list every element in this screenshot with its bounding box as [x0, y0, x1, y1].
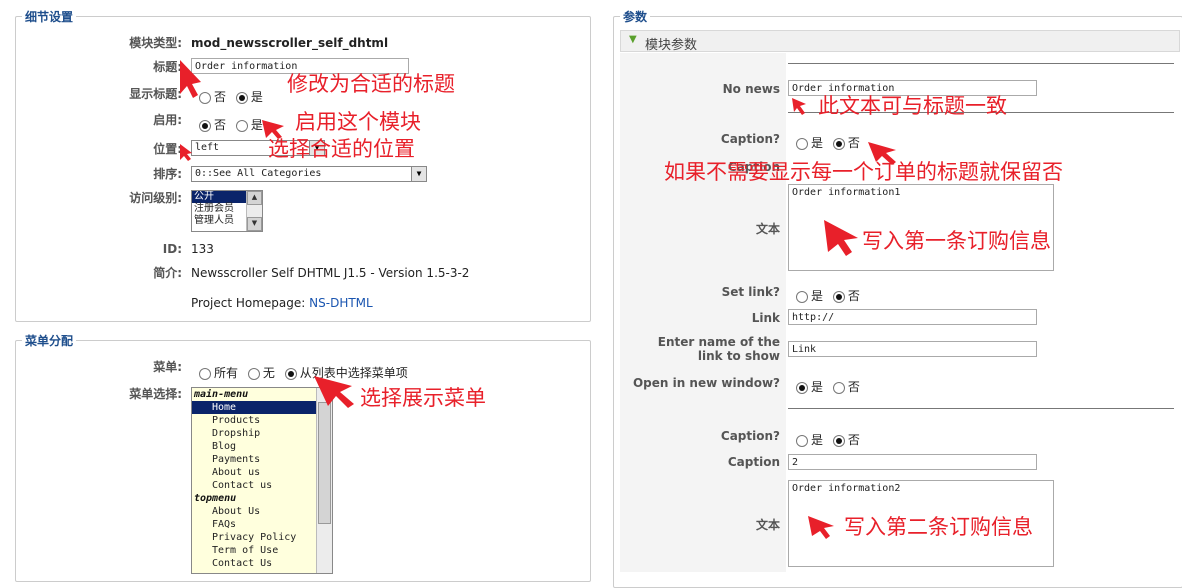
caption1-no-radio[interactable]: [832, 137, 845, 150]
enabled-label: 启用:: [153, 113, 182, 127]
caption1-yes-radio[interactable]: [796, 137, 808, 150]
caption2-input[interactable]: 2: [788, 454, 1037, 470]
order-select[interactable]: 0::See All Categories ▼: [191, 166, 427, 182]
annotation-arrow-icon: [792, 98, 806, 115]
text1-label: 文本: [755, 222, 780, 236]
chevron-down-icon: ▼: [411, 167, 426, 181]
new-window-yes-radio[interactable]: [796, 381, 808, 394]
new-window-radios: 是 否: [796, 378, 866, 395]
caption2-label: Caption: [727, 455, 780, 469]
annotation-arrow-icon: [314, 376, 354, 408]
caption2-yes-radio[interactable]: [796, 434, 808, 447]
scroll-up-icon[interactable]: ▲: [247, 191, 262, 205]
annotation-text2: 写入第二条订购信息: [844, 515, 1033, 539]
menu-item[interactable]: Privacy Policy: [192, 531, 332, 544]
menu-group-header: main-menu: [194, 389, 249, 400]
link-label: Link: [751, 311, 780, 325]
menus-radios: 所有 无 从列表中选择菜单项: [199, 364, 414, 381]
annotation-arrow-icon: [824, 220, 858, 256]
menu-none-radio[interactable]: [247, 367, 260, 380]
menu-group-header: topmenu: [194, 493, 237, 504]
caption2-radios: 是 否: [796, 431, 866, 448]
menu-scrollbar[interactable]: [316, 388, 332, 573]
menu-scroll-thumb[interactable]: [318, 402, 331, 524]
id-value: 133: [191, 242, 214, 256]
params-legend: 参数: [620, 8, 651, 25]
menu-select-label: 菜单选择:: [129, 387, 182, 401]
menu-item[interactable]: Payments: [192, 453, 332, 466]
annotation-enable: 启用这个模块: [295, 110, 421, 134]
annotation-arrow-icon: [180, 144, 192, 161]
menu-item[interactable]: Products: [192, 414, 332, 427]
module-type-label: 模块类型:: [129, 36, 182, 50]
caption2-no-radio[interactable]: [832, 434, 845, 447]
access-option[interactable]: 公开: [192, 191, 246, 203]
link-name-input[interactable]: Link: [788, 341, 1037, 357]
access-label: 访问级别:: [129, 191, 182, 205]
module-type-value: mod_newsscroller_self_dhtml: [191, 36, 389, 50]
params-section-header[interactable]: ▼ 模块参数: [620, 30, 1180, 53]
access-scrollbar[interactable]: ▲ ▼: [246, 191, 262, 231]
show-title-label: 显示标题:: [129, 87, 182, 101]
annotation-arrow-icon: [180, 60, 201, 98]
menu-item[interactable]: Blog: [192, 440, 332, 453]
new-window-label: Open in new window?: [632, 376, 780, 390]
no-news-label: No news: [722, 82, 780, 96]
annotation-position: 选择合适的位置: [268, 137, 415, 161]
param-separator: [788, 408, 1174, 409]
menu-item[interactable]: Home: [192, 401, 316, 414]
enabled-yes-radio[interactable]: [235, 119, 248, 132]
param-separator: [788, 63, 1174, 64]
menu-item[interactable]: Contact Us: [192, 557, 332, 570]
menu-item[interactable]: Term of Use: [192, 544, 332, 557]
homepage-link[interactable]: NS-DHTML: [309, 296, 373, 310]
set-link-label: Set link?: [721, 285, 780, 299]
params-section-title: 模块参数: [645, 38, 698, 53]
menu-legend: 菜单分配: [22, 332, 77, 349]
annotation-text1: 写入第一条订购信息: [862, 229, 1051, 253]
position-select-value: left: [195, 142, 220, 153]
position-label: 位置:: [153, 142, 182, 156]
set-link-no-radio[interactable]: [832, 290, 845, 303]
id-label: ID:: [162, 242, 182, 256]
menu-item[interactable]: Contact us: [192, 479, 332, 492]
scroll-down-icon[interactable]: ▼: [247, 217, 262, 231]
caption1-radios: 是 否: [796, 134, 866, 151]
show-title-yes-radio[interactable]: [235, 91, 248, 104]
menu-item[interactable]: Dropship: [192, 427, 332, 440]
show-title-radios: 否 是: [199, 88, 269, 105]
homepage-prefix: Project Homepage:: [191, 296, 306, 310]
order-label: 排序:: [153, 167, 182, 181]
annotation-arrow-icon: [808, 516, 834, 539]
menu-select-list[interactable]: main-menu Home Products Dropship Blog Pa…: [191, 387, 333, 574]
menu-item[interactable]: About us: [192, 466, 332, 479]
text2-label: 文本: [755, 518, 780, 532]
link-name-label: Enter name of the link to show: [657, 335, 780, 363]
annotation-caption: 如果不需要显示每一个订单的标题就保留否: [664, 160, 1063, 184]
menu-select-radio[interactable]: [284, 367, 297, 380]
annotation-title: 修改为合适的标题: [287, 72, 455, 96]
menu-all-radio[interactable]: [199, 367, 211, 380]
new-window-no-radio[interactable]: [832, 381, 845, 394]
menus-label: 菜单:: [153, 360, 182, 374]
intro-label: 简介:: [153, 266, 182, 280]
set-link-radios: 是 否: [796, 287, 866, 304]
annotation-menu: 选择展示菜单: [360, 386, 486, 410]
enabled-radios: 否 是: [199, 116, 269, 133]
menu-item[interactable]: About Us: [192, 505, 332, 518]
menu-item[interactable]: FAQs: [192, 518, 332, 531]
triangle-down-icon: ▼: [629, 34, 637, 45]
homepage-line: Project Homepage: NS-DHTML: [191, 296, 373, 310]
access-listbox[interactable]: 公开 注册会员 管理人员 ▲ ▼: [191, 190, 263, 232]
enabled-no-radio[interactable]: [199, 119, 211, 132]
details-legend: 细节设置: [22, 8, 77, 25]
set-link-yes-radio[interactable]: [796, 290, 808, 303]
link-input[interactable]: http://: [788, 309, 1037, 325]
caption2-q-label: Caption?: [720, 429, 780, 443]
title-label: 标题:: [153, 60, 182, 74]
caption1-q-label: Caption?: [720, 132, 780, 146]
annotation-no-news: 此文本可与标题一致: [818, 94, 1007, 118]
order-select-value: 0::See All Categories: [195, 168, 322, 179]
intro-value: Newsscroller Self DHTML J1.5 - Version 1…: [191, 266, 470, 280]
